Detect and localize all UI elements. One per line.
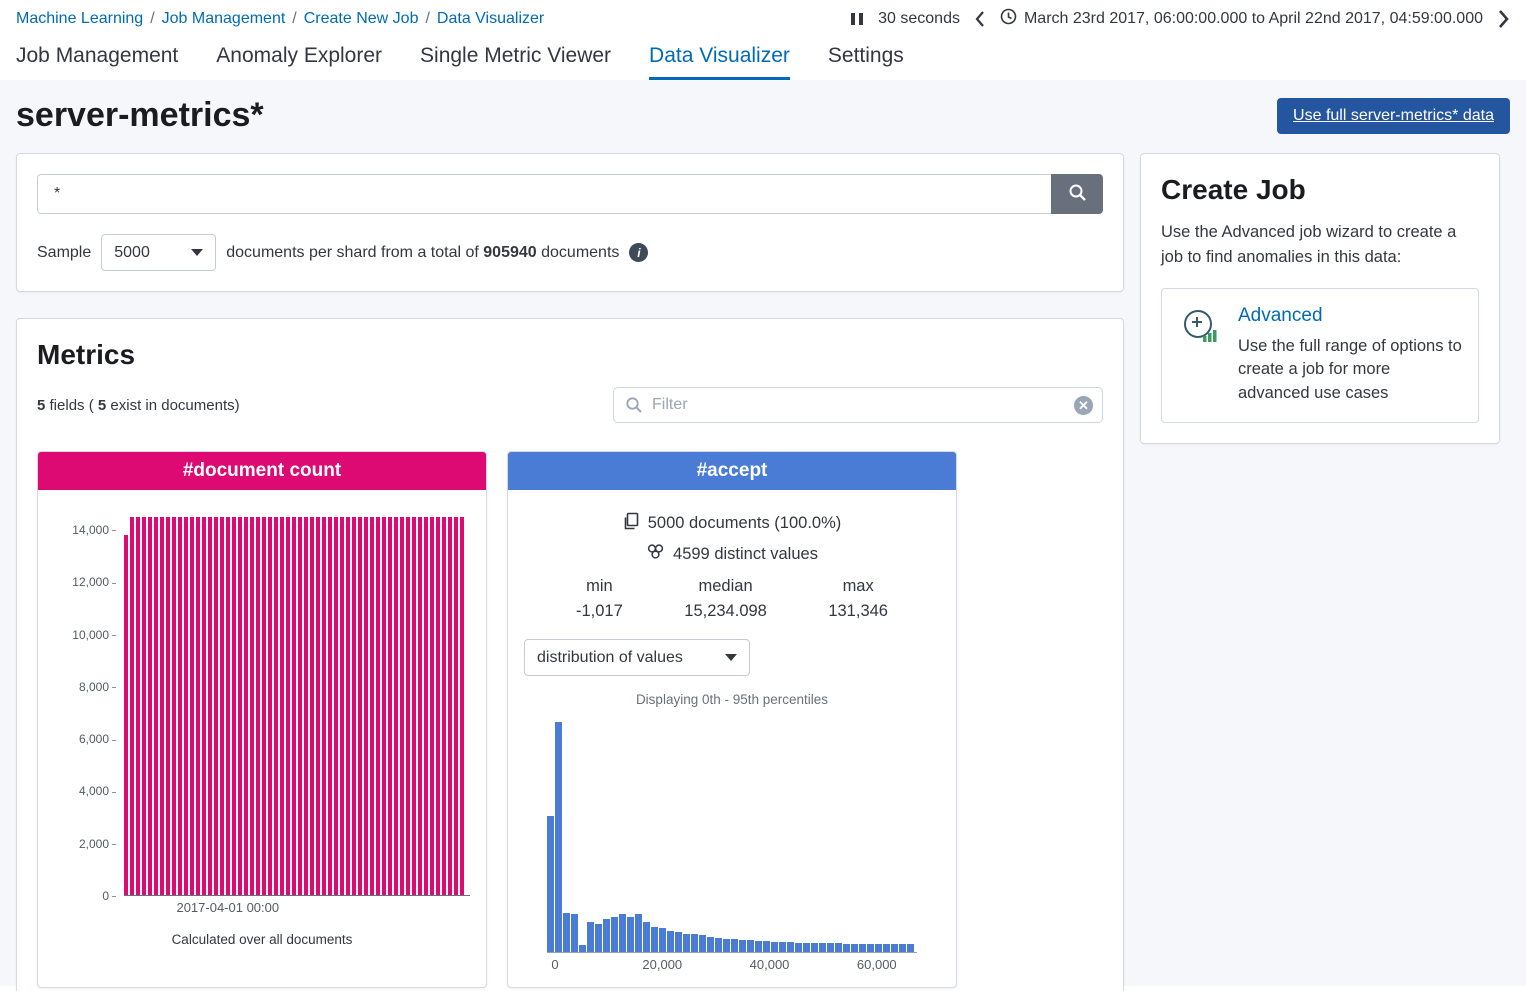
fields-summary: 5 fields ( 5 exist in documents) [37, 397, 240, 414]
clear-filter-icon[interactable]: ✕ [1074, 396, 1093, 415]
tab-data-visualizer[interactable]: Data Visualizer [649, 44, 790, 80]
clock-icon [1000, 8, 1017, 30]
accept-histogram-xaxis: 020,00040,00060,000 [547, 953, 917, 973]
distinct-values-icon [646, 543, 665, 565]
chevron-left-icon[interactable] [974, 10, 986, 28]
advanced-description: Use the full range of options to create … [1238, 335, 1462, 407]
advanced-job-card[interactable]: Advanced Use the full range of options t… [1161, 288, 1479, 424]
time-range[interactable]: March 23rd 2017, 06:00:00.000 to April 2… [1000, 8, 1483, 30]
distribution-select[interactable]: distribution of values [524, 639, 750, 676]
breadcrumb-machine-learning[interactable]: Machine Learning [16, 10, 143, 27]
filter-search-icon [625, 396, 643, 419]
search-input[interactable] [37, 174, 1051, 214]
tab-settings[interactable]: Settings [828, 44, 904, 80]
use-full-data-button[interactable]: Use full server-metrics* data [1277, 98, 1510, 134]
breadcrumb-job-management[interactable]: Job Management [162, 10, 286, 27]
documents-icon [623, 512, 640, 535]
time-range-label: March 23rd 2017, 06:00:00.000 to April 2… [1024, 10, 1483, 28]
median-value: 15,234.098 [684, 602, 767, 621]
pause-icon[interactable] [850, 11, 864, 27]
sample-suffix: documents per shard from a total of 9059… [226, 244, 619, 262]
chevron-down-icon [191, 249, 203, 256]
sample-label: Sample [37, 244, 91, 262]
tab-anomaly-explorer[interactable]: Anomaly Explorer [216, 44, 382, 80]
median-label: median [684, 577, 767, 596]
accept-card: #accept 5000 documents (100.0%) [507, 451, 957, 988]
min-label: min [576, 577, 623, 596]
tab-single-metric-viewer[interactable]: Single Metric Viewer [420, 44, 611, 80]
content-area: server-metrics* Use full server-metrics*… [0, 80, 1526, 986]
tab-job-management[interactable]: Job Management [16, 44, 178, 80]
documents-count-line: 5000 documents (100.0%) [648, 514, 842, 533]
filter-input[interactable] [613, 387, 1103, 423]
create-job-intro: Use the Advanced job wizard to create a … [1161, 220, 1479, 270]
distinct-values-line: 4599 distinct values [673, 545, 818, 564]
timepicker: 30 seconds March 23rd 2017, 06:00:00.000… [850, 8, 1510, 30]
document-count-plot [124, 504, 470, 896]
search-button[interactable] [1051, 174, 1103, 214]
create-job-title: Create Job [1161, 174, 1479, 206]
breadcrumb: Machine Learning/Job Management/Create N… [16, 10, 544, 28]
max-label: max [828, 577, 888, 596]
refresh-interval-label[interactable]: 30 seconds [878, 10, 960, 28]
document-count-card-header: #document count [38, 452, 486, 490]
accept-card-header: #accept [508, 452, 956, 490]
info-icon[interactable]: i [629, 243, 648, 262]
max-value: 131,346 [828, 602, 888, 621]
sample-size-select[interactable]: 5000 [101, 234, 216, 271]
breadcrumb-create-new-job[interactable]: Create New Job [304, 10, 419, 27]
search-icon [1068, 183, 1087, 205]
document-count-caption: Calculated over all documents [48, 932, 476, 947]
advanced-job-icon [1178, 305, 1224, 407]
min-value: -1,017 [576, 602, 623, 621]
search-panel: Sample 5000 documents per shard from a t… [16, 153, 1124, 292]
document-count-card: #document count 02,0004,0006,0008,00010,… [37, 451, 487, 988]
advanced-link[interactable]: Advanced [1238, 305, 1462, 327]
chevron-down-icon [725, 654, 737, 661]
document-count-xaxis: 2017-04-01 00:00 [124, 896, 470, 916]
metrics-title: Metrics [37, 339, 1103, 371]
accept-histogram-plot [547, 717, 917, 953]
ml-tabs: Job Management Anomaly Explorer Single M… [0, 34, 1526, 80]
filter-box: ✕ [613, 387, 1103, 423]
chevron-right-icon[interactable] [1497, 9, 1510, 29]
total-documents-count: 905940 [483, 244, 536, 261]
document-count-yaxis: 02,0004,0006,0008,00010,00012,00014,000 [48, 504, 124, 896]
percentiles-caption: Displaying 0th - 95th percentiles [524, 692, 940, 707]
top-bar: Machine Learning/Job Management/Create N… [0, 0, 1526, 34]
create-job-panel: Create Job Use the Advanced job wizard t… [1140, 153, 1500, 444]
breadcrumb-data-visualizer[interactable]: Data Visualizer [437, 10, 544, 27]
min-median-max: min -1,017 median 15,234.098 max 131,346 [524, 577, 940, 621]
metrics-panel: Metrics 5 fields ( 5 exist in documents)… [16, 318, 1124, 991]
page-title: server-metrics* [16, 96, 264, 135]
